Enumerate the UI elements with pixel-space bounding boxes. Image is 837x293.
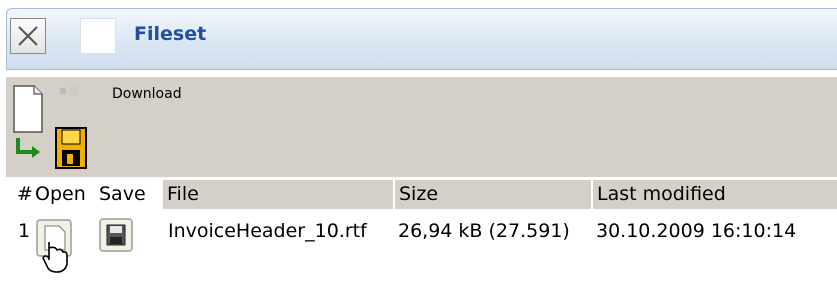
green-arrow-icon bbox=[16, 138, 40, 158]
floppy-disk-icon bbox=[99, 218, 133, 252]
title-blank-box bbox=[80, 18, 116, 54]
file-size: 26,94 kB (27.591) bbox=[398, 220, 570, 242]
row-index: 1 bbox=[18, 220, 31, 242]
column-header-save: Save bbox=[99, 183, 146, 205]
download-label: Download bbox=[112, 86, 182, 102]
document-hand-icon bbox=[36, 219, 72, 273]
column-header-size: Size bbox=[395, 180, 591, 209]
column-header-last-modified: Last modified bbox=[593, 180, 837, 209]
faded-document-icon bbox=[60, 86, 78, 96]
file-name[interactable]: InvoiceHeader_10.rtf bbox=[168, 220, 367, 242]
floppy-disk-icon bbox=[55, 127, 87, 169]
close-button[interactable] bbox=[10, 18, 46, 54]
open-file-button[interactable] bbox=[35, 218, 75, 280]
close-x-icon bbox=[18, 26, 38, 46]
column-header-open: Open bbox=[35, 183, 86, 205]
download-button[interactable] bbox=[12, 84, 108, 174]
window-title: Fileset bbox=[134, 23, 207, 45]
window-title-bar bbox=[6, 8, 837, 70]
last-modified: 30.10.2009 16:10:14 bbox=[596, 220, 797, 242]
column-header-index: # bbox=[17, 183, 33, 205]
document-icon bbox=[13, 85, 43, 133]
save-file-button[interactable] bbox=[99, 218, 133, 256]
column-header-file: File bbox=[163, 180, 393, 209]
